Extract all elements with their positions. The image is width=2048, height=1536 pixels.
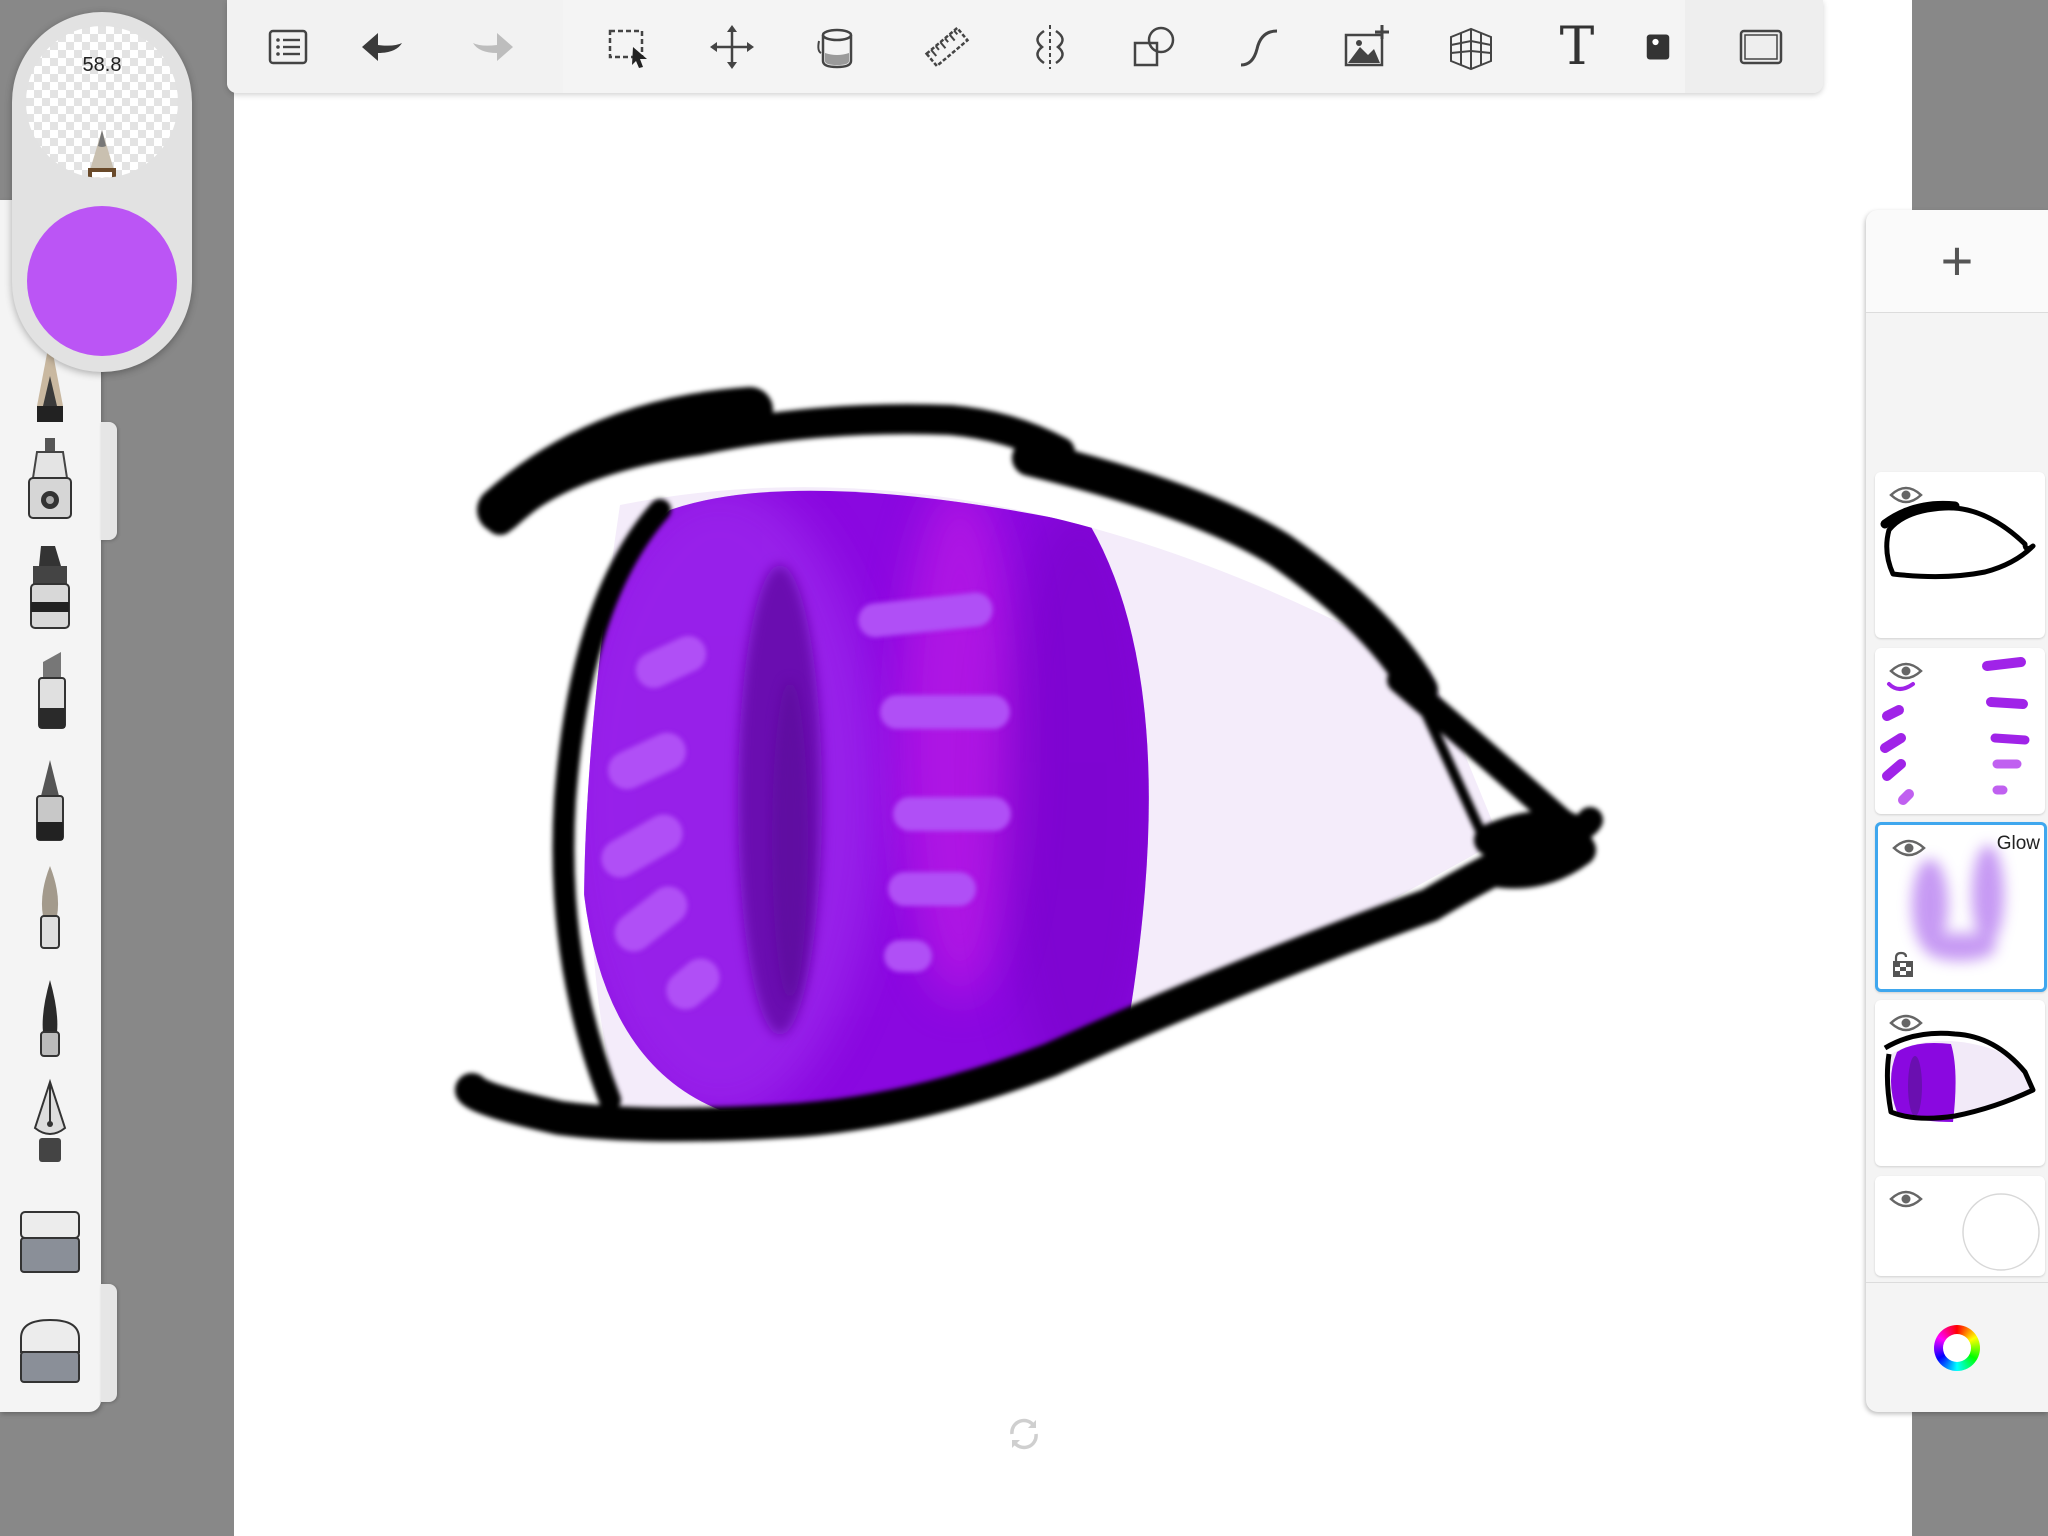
selection-icon[interactable] [599,18,659,76]
hard-eraser-icon[interactable] [14,1190,86,1278]
eye-drawing [455,387,1603,1142]
visibility-eye-icon[interactable] [1889,1012,1923,1034]
layer-highlights[interactable] [1875,648,2045,814]
airbrush-icon[interactable] [14,438,86,526]
fineliner-icon[interactable] [14,756,86,844]
soft-eraser-icon[interactable] [14,1298,86,1386]
layer-iris[interactable] [1875,1000,2045,1166]
scene-icon[interactable] [1638,18,1678,76]
add-layer-label: + [1940,229,1974,292]
chisel-marker-icon[interactable] [14,648,86,736]
color-wheel-icon [1934,1325,1980,1371]
visibility-eye-icon[interactable] [1889,660,1923,682]
marker-icon[interactable] [14,544,86,632]
redo-icon[interactable] [463,18,523,76]
layer-glow[interactable]: Glow [1875,822,2047,992]
top-toolbar: T [227,0,1823,93]
brush-library [0,200,101,1412]
brush-size-value: 58.8 [82,54,122,76]
alpha-lock-icon[interactable] [1892,951,1914,977]
visibility-eye-icon[interactable] [1889,1188,1923,1210]
color-wheel-button[interactable] [1866,1282,2048,1413]
brush-opacity-slider[interactable] [101,1284,117,1402]
pencil-tip-icon [88,130,116,178]
drawing-canvas[interactable] [234,0,1912,1536]
visibility-eye-icon[interactable] [1889,484,1923,506]
undo-icon[interactable] [352,18,412,76]
layer-background[interactable] [1875,1176,2045,1276]
ruler-icon[interactable] [917,18,977,76]
fountain-pen-icon[interactable] [14,1078,86,1166]
shapes-icon[interactable] [1124,18,1184,76]
layer-outline[interactable] [1875,472,2045,638]
visibility-eye-icon[interactable] [1892,837,1926,859]
fullscreen-icon[interactable] [1731,18,1791,76]
add-image-icon[interactable] [1336,18,1396,76]
symmetry-icon[interactable] [1020,18,1080,76]
layer-panel: + Glow [1866,210,2048,1412]
brush-size-preview[interactable]: 58.8 [26,26,178,178]
brush-size-slider[interactable] [101,422,117,540]
brush-puck: 58.8 [12,12,192,372]
add-layer-button[interactable]: + [1866,210,2048,313]
current-color-swatch[interactable] [27,206,177,356]
perspective-icon[interactable] [1441,18,1501,76]
text-icon[interactable]: T [1547,18,1607,76]
text-tool-label: T [1559,17,1595,77]
fill-icon[interactable] [807,18,867,76]
gallery-icon[interactable] [258,18,318,76]
transform-icon[interactable] [702,18,762,76]
curve-icon[interactable] [1229,18,1289,76]
paintbrush-icon[interactable] [14,864,86,952]
ink-pen-icon[interactable] [14,972,86,1060]
sync-icon [1010,1418,1038,1450]
layer-name: Glow [1996,833,2040,854]
